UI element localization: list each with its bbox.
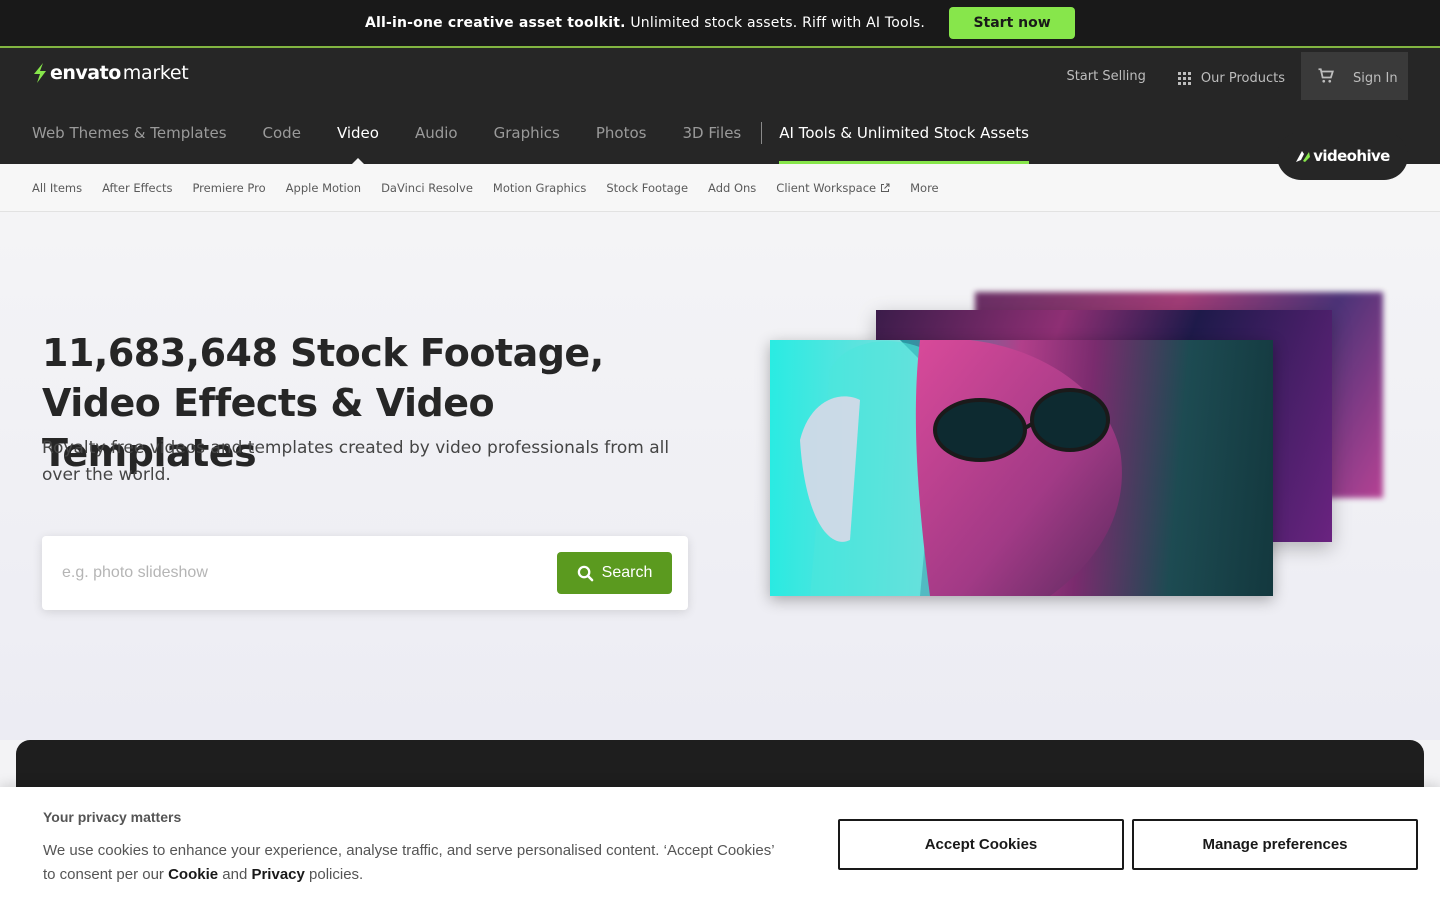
promo-bold-text: All-in-one creative asset toolkit. — [364, 15, 626, 31]
envato-leaf-icon — [34, 63, 46, 83]
hero-featured-image — [770, 340, 1273, 596]
hero-portrait-illustration — [770, 340, 1122, 596]
subnav-stock-footage[interactable]: Stock Footage — [606, 181, 688, 195]
promo-bar: All-in-one creative asset toolkit. Unlim… — [0, 0, 1440, 48]
nav-ai-tools[interactable]: AI Tools & Unlimited Stock Assets — [779, 114, 1029, 164]
nav-code[interactable]: Code — [263, 114, 301, 164]
start-selling-link[interactable]: Start Selling — [1066, 69, 1145, 84]
cookie-text: We use cookies to enhance your experienc… — [43, 839, 783, 887]
cookie-text-part-2: policies. — [304, 866, 364, 883]
videohive-badge[interactable]: videohive — [1277, 132, 1408, 180]
videohive-label: videohive — [1313, 147, 1390, 165]
search-button-label: Search — [601, 564, 653, 581]
subnav-apple-motion[interactable]: Apple Motion — [286, 181, 361, 195]
our-products-menu[interactable]: Our Products — [1177, 70, 1285, 86]
nav-photos[interactable]: Photos — [596, 114, 647, 164]
search-button[interactable]: Search — [557, 552, 672, 594]
external-link-icon — [881, 183, 890, 192]
grid-icon — [1177, 71, 1191, 85]
subnav-after-effects[interactable]: After Effects — [102, 181, 172, 195]
subnav-more[interactable]: More — [910, 181, 939, 195]
subnav-motion-graphics[interactable]: Motion Graphics — [493, 181, 586, 195]
logo-envato-text: envato — [50, 62, 121, 84]
nav-divider — [761, 122, 763, 144]
logo-market-text: market — [122, 62, 189, 84]
search-box: Search — [42, 536, 688, 610]
nav-graphics[interactable]: Graphics — [494, 114, 560, 164]
nav-video[interactable]: Video — [337, 114, 379, 164]
cookie-text-and: and — [218, 866, 252, 883]
start-now-button[interactable]: Start now — [949, 7, 1076, 39]
cookie-text-part-1: We use cookies to enhance your experienc… — [43, 842, 774, 883]
envato-market-logo[interactable]: envato market — [32, 62, 189, 84]
nav-audio[interactable]: Audio — [415, 114, 458, 164]
site-header: envato market Start Selling Our Products… — [0, 48, 1440, 164]
promo-text: All-in-one creative asset toolkit. Unlim… — [365, 15, 925, 31]
cart-icon[interactable] — [1317, 67, 1335, 85]
videohive-logo-icon — [1296, 151, 1311, 162]
manage-preferences-button[interactable]: Manage preferences — [1132, 819, 1418, 870]
header-actions: Start Selling Our Products Sign In — [1066, 52, 1408, 100]
accept-cookies-button[interactable]: Accept Cookies — [838, 819, 1124, 870]
sign-in-link[interactable]: Sign In — [1353, 71, 1398, 86]
search-icon — [577, 565, 593, 581]
our-products-label: Our Products — [1200, 70, 1285, 86]
cookie-policy-link[interactable]: Cookie — [168, 866, 218, 883]
subnav-client-workspace-label: Client Workspace — [776, 180, 877, 195]
nav-3d-files[interactable]: 3D Files — [682, 114, 741, 164]
subnav-all-items[interactable]: All Items — [32, 181, 82, 195]
hero-section: 11,683,648 Stock Footage, Video Effects … — [0, 212, 1440, 740]
search-input[interactable] — [62, 556, 522, 590]
subnav-add-ons[interactable]: Add Ons — [708, 181, 756, 195]
category-nav: Web Themes & Templates Code Video Audio … — [32, 114, 1029, 164]
sub-nav: All Items After Effects Premiere Pro App… — [0, 164, 1440, 212]
privacy-policy-link[interactable]: Privacy — [251, 866, 304, 883]
nav-web-themes[interactable]: Web Themes & Templates — [32, 114, 227, 164]
cookie-title: Your privacy matters — [43, 809, 182, 825]
hero-subtitle: Royalty free videos and templates create… — [42, 438, 670, 485]
promo-regular-text: Unlimited stock assets. Riff with AI Too… — [625, 15, 926, 31]
cart-signin-area: Sign In — [1301, 52, 1408, 100]
subnav-premiere-pro[interactable]: Premiere Pro — [192, 181, 265, 195]
subnav-davinci-resolve[interactable]: DaVinci Resolve — [381, 181, 473, 195]
cookie-banner: Your privacy matters We use cookies to e… — [0, 787, 1440, 900]
subnav-client-workspace[interactable]: Client Workspace — [776, 181, 890, 195]
